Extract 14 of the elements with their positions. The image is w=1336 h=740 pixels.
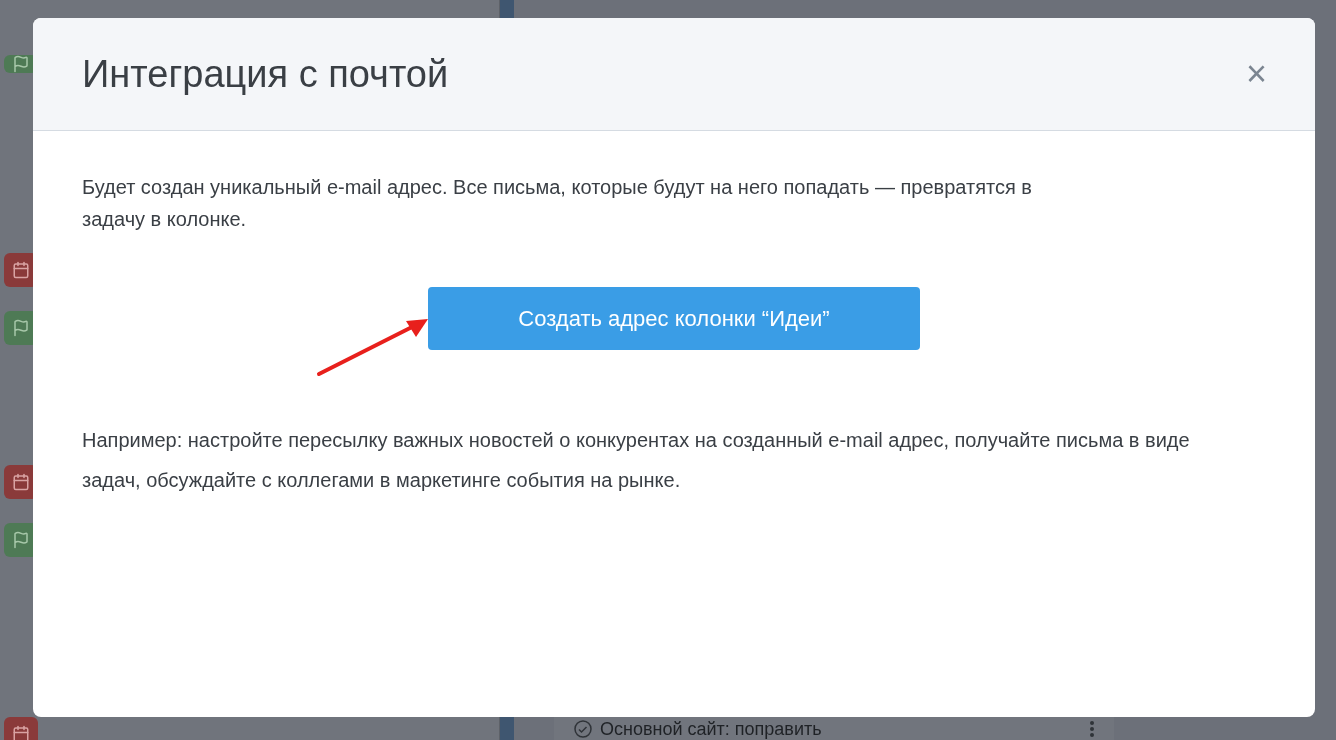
calendar-icon [12, 725, 30, 740]
modal-title: Интеграция с почтой [82, 51, 449, 97]
more-icon [1090, 720, 1094, 737]
calendar-icon [12, 261, 30, 279]
create-address-button[interactable]: Создать адрес колонки “Идеи” [428, 287, 920, 350]
example-text: Например: настройте пересылку важных новостей о конкурентах на созданный e-mail адрес, получайте письма в виде задач, обсуждайте с коллегами в маркетинге события на рынке. [82, 428, 1191, 493]
flag-icon [12, 55, 30, 73]
flag-icon [12, 319, 30, 337]
task-title: Основной сайт: поправить [600, 717, 822, 740]
close-button[interactable]: × [1245, 56, 1267, 92]
calendar-icon [12, 473, 30, 491]
check-circle-icon [574, 719, 592, 738]
description-text: Будет создан уникальный e-mail адрес. Все письма, которые будут на него попадать — превратятся в задачу в колонке. [82, 175, 1033, 232]
flag-icon [12, 531, 30, 549]
